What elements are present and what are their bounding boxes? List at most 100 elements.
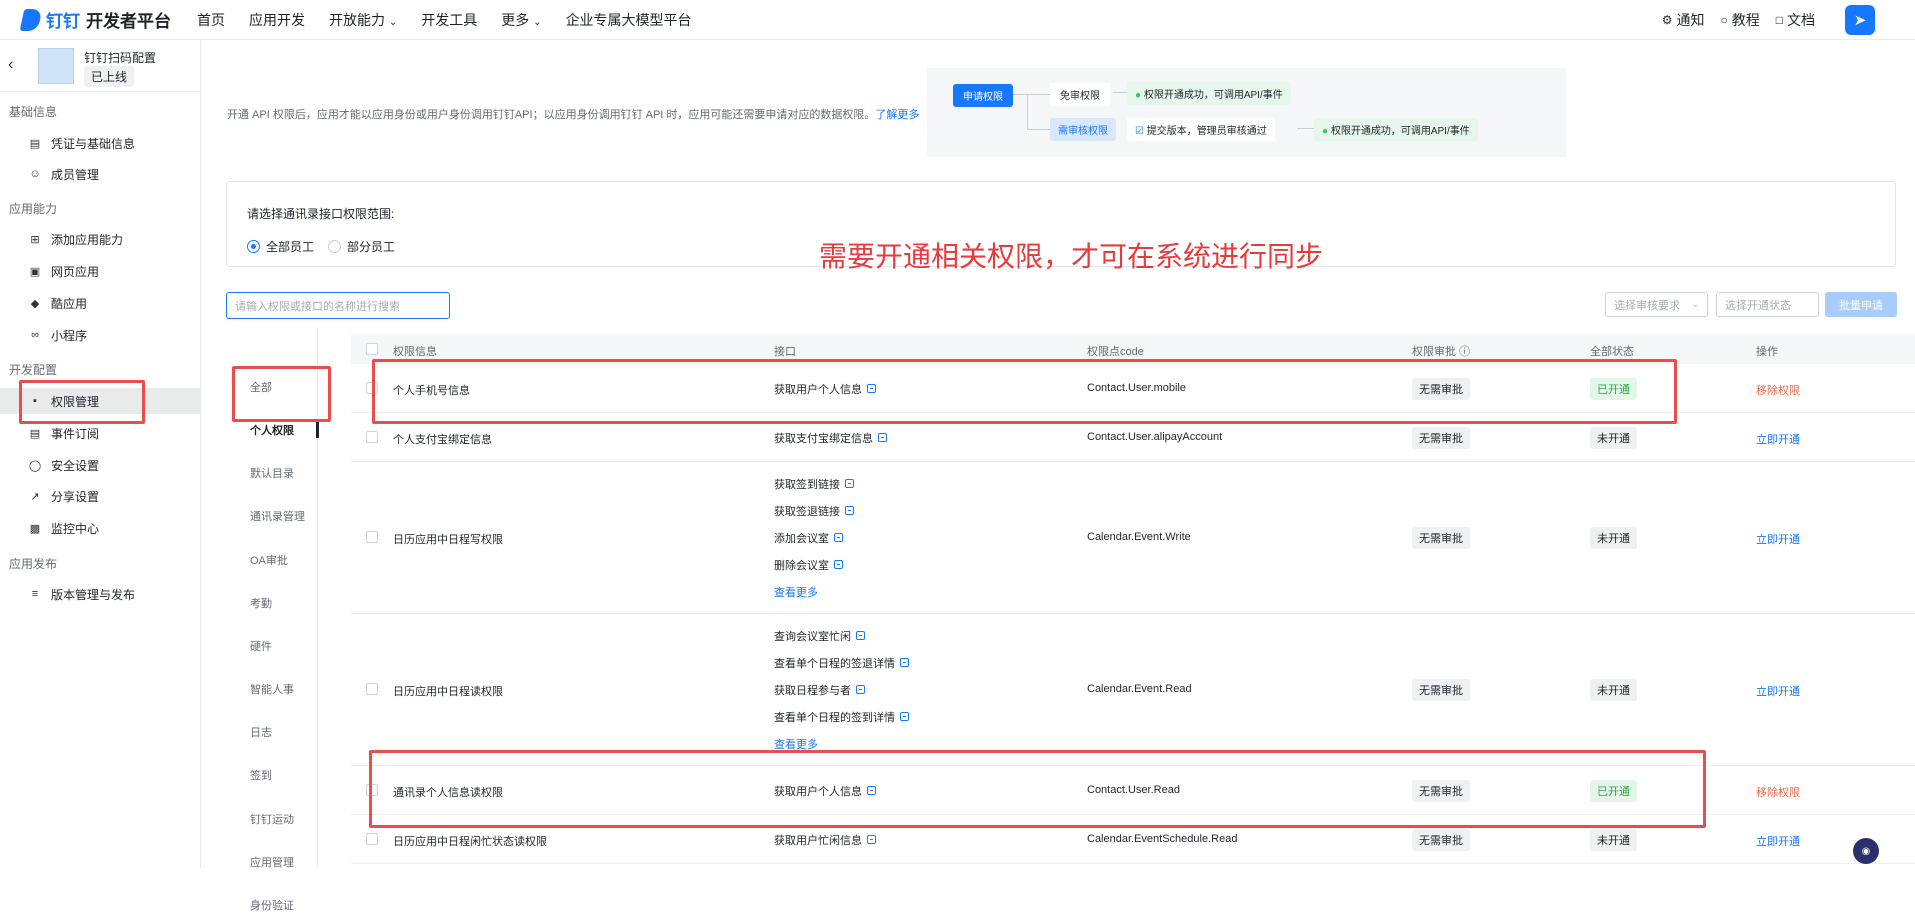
notification-link[interactable]: ⚙ 通知 [1662,10,1705,30]
radio-some-employees[interactable]: 部分员工 [328,238,395,255]
row-checkbox[interactable] [366,833,378,845]
enable-permission-link[interactable]: 立即开通 [1756,683,1800,699]
view-more-link[interactable]: 查看更多 [774,730,909,757]
doc-link-icon[interactable] [834,560,843,569]
sidebar-item-monitor[interactable]: ▩ 监控中心 [0,515,200,541]
api-item[interactable]: 查看单个日程的签退详情 [774,649,909,676]
row-checkbox[interactable] [366,784,378,796]
category-item[interactable]: 硬件 [250,638,272,654]
nav-dev-tools[interactable]: 开发工具 [421,10,477,30]
table-row: 日历应用中日程闲忙状态读权限 获取用户忙闲信息 Calendar.EventSc… [351,815,1915,864]
enable-permission-link[interactable]: 立即开通 [1756,531,1800,547]
api-item[interactable]: 查询会议室忙闲 [774,622,909,649]
api-item[interactable]: 获取用户个人信息 [774,777,876,804]
api-list: 获取用户个人信息 [774,777,876,804]
nav-more[interactable]: 更多 ⌄ [501,10,541,30]
category-item[interactable]: 考勤 [250,595,272,611]
enable-permission-link[interactable]: 立即开通 [1756,833,1800,849]
sidebar-item-permission[interactable]: ▪ 权限管理 [0,388,200,414]
remove-permission-link[interactable]: 移除权限 [1756,784,1800,800]
avatar[interactable]: ➤ [1845,5,1875,35]
api-item[interactable]: 获取签到链接 [774,470,854,497]
category-item[interactable]: 默认目录 [250,465,294,481]
api-item[interactable]: 查看单个日程的签到详情 [774,703,909,730]
doc-link-icon[interactable] [856,685,865,694]
nav-app-dev[interactable]: 应用开发 [249,10,305,30]
search-input[interactable]: 请输入权限或接口的名称进行搜索 [226,292,450,319]
flow-free-result: ● 权限开通成功，可调用API/事件 [1127,82,1291,105]
app-icon [38,48,74,84]
nav-home[interactable]: 首页 [197,10,225,30]
open-status-select[interactable]: 选择开通状态 [1716,292,1819,317]
sidebar-item-members[interactable]: ☺ 成员管理 [0,161,200,187]
api-item[interactable]: 获取日程参与者 [774,676,909,703]
category-item[interactable]: 钉钉运动 [250,811,294,827]
category-item[interactable]: 签到 [250,767,272,783]
table-row: 通讯录个人信息读权限 获取用户个人信息 Contact.User.Read 无需… [351,766,1915,815]
api-item[interactable]: 获取签退链接 [774,497,854,524]
permission-name: 个人支付宝绑定信息 [393,434,492,446]
sidebar-item-label: 小程序 [51,328,88,343]
select-placeholder: 选择开通状态 [1725,299,1791,312]
api-item[interactable]: 获取用户个人信息 [774,375,876,402]
row-checkbox[interactable] [366,683,378,695]
category-item[interactable]: 日志 [250,724,272,740]
row-checkbox[interactable] [366,531,378,543]
select-all-checkbox[interactable] [366,343,378,355]
review-requirement-select[interactable]: 选择审核要求 ⌄ [1605,292,1708,317]
radio-unselected-icon [328,240,342,253]
api-item[interactable]: 获取用户忙闲信息 [774,826,876,853]
sidebar-item-security[interactable]: ◯ 安全设置 [0,452,200,478]
sidebar-item-mini-program[interactable]: ∞ 小程序 [0,322,200,348]
sidebar-item-add-ability[interactable]: ⊞ 添加应用能力 [0,226,200,252]
status-badge: 未开通 [1590,527,1637,549]
doc-link-icon[interactable] [867,835,876,844]
row-checkbox[interactable] [366,382,378,394]
back-arrow-icon[interactable]: ‹ [8,56,13,74]
category-item[interactable]: 智能人事 [250,681,294,697]
sidebar-item-label: 版本管理与发布 [51,587,136,602]
category-list: 全部 个人权限 默认目录 通讯录管理 OA审批 考勤 硬件 智能人事 日志 签到… [226,328,319,912]
learn-more-link[interactable]: 了解更多 [875,109,919,121]
sidebar-item-version[interactable]: ≡ 版本管理与发布 [0,581,200,607]
nav-open-ability[interactable]: 开放能力 ⌄ [329,10,397,30]
category-item[interactable]: 身份验证 [250,897,294,913]
docs-link[interactable]: □ 文档 [1776,10,1815,30]
radio-all-employees[interactable]: 全部员工 [247,238,314,255]
category-item-active[interactable]: 个人权限 [250,422,294,438]
api-name: 获取支付宝绑定信息 [774,432,873,445]
nav-enterprise-llm[interactable]: 企业专属大模型平台 [566,10,692,30]
remove-permission-link[interactable]: 移除权限 [1756,382,1800,398]
sidebar-item-web-app[interactable]: ▣ 网页应用 [0,258,200,284]
doc-link-icon[interactable] [856,631,865,640]
logo[interactable]: 钉钉 开发者平台 [19,7,171,32]
sidebar-item-share[interactable]: ↗ 分享设置 [0,483,200,509]
category-item[interactable]: 通讯录管理 [250,508,305,524]
assistant-float-button[interactable]: ◉ [1853,838,1879,864]
api-item[interactable]: 获取支付宝绑定信息 [774,424,887,451]
info-icon[interactable]: ⓘ [1459,346,1470,358]
enable-permission-link[interactable]: 立即开通 [1756,431,1800,447]
grid-plus-icon: ⊞ [30,233,40,246]
row-checkbox[interactable] [366,431,378,443]
sidebar-item-cool-app[interactable]: ◆ 酷应用 [0,290,200,316]
flow-apply: 申请权限 [953,84,1013,107]
doc-link-icon[interactable] [845,506,854,515]
sidebar-item-events[interactable]: ▤ 事件订阅 [0,420,200,446]
api-item[interactable]: 删除会议室 [774,551,854,578]
category-item[interactable]: OA审批 [250,552,288,568]
radio-selected-icon [247,240,260,253]
doc-link-icon[interactable] [878,433,887,442]
batch-apply-button[interactable]: 批量申请 [1825,292,1897,317]
doc-link-icon[interactable] [900,658,909,667]
doc-link-icon[interactable] [867,384,876,393]
view-more-link[interactable]: 查看更多 [774,578,854,605]
doc-link-icon[interactable] [834,533,843,542]
doc-link-icon[interactable] [845,479,854,488]
doc-link-icon[interactable] [867,786,876,795]
api-item[interactable]: 添加会议室 [774,524,854,551]
sidebar-item-credentials[interactable]: ▤ 凭证与基础信息 [0,130,200,156]
tutorial-link[interactable]: ○ 教程 [1721,10,1760,30]
category-item[interactable]: 全部 [250,379,272,395]
doc-link-icon[interactable] [900,712,909,721]
